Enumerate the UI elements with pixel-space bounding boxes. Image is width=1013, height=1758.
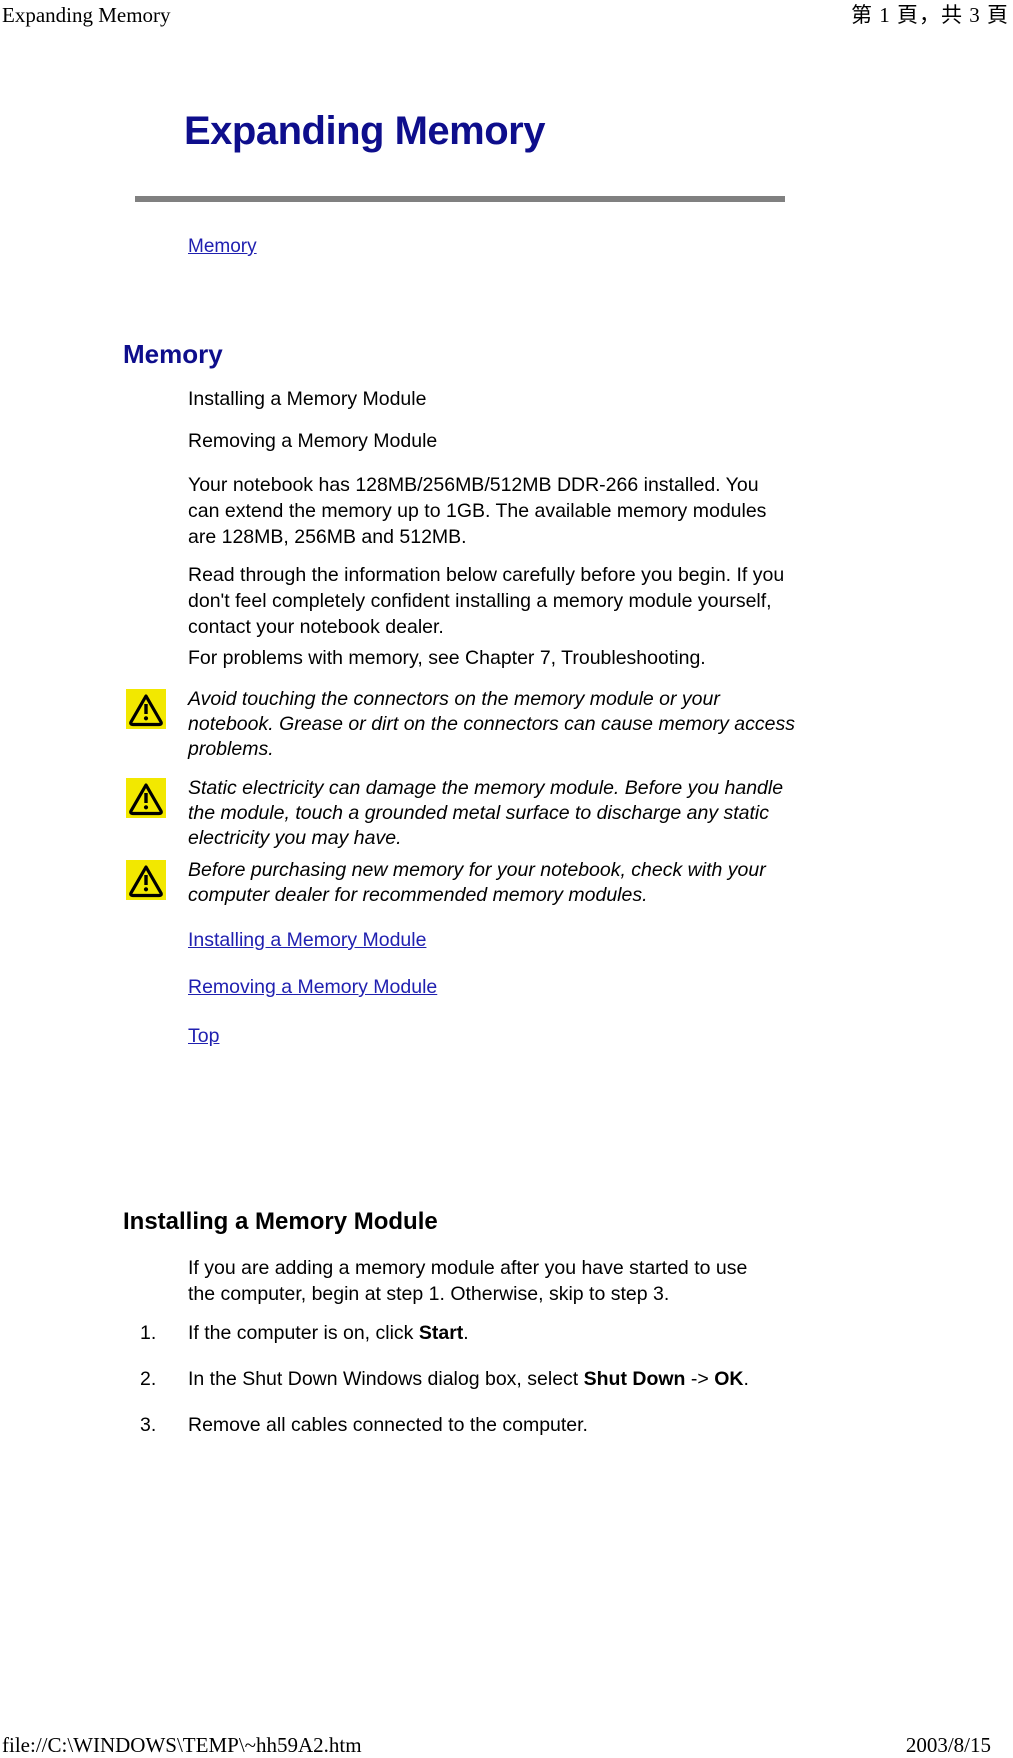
section-heading-memory: Memory [123,339,223,369]
page-title: Expanding Memory [184,109,545,153]
warning-triangle-icon [126,778,166,818]
step-text-post: . [463,1322,469,1344]
list-item-text: If the computer is on, click Start. [188,1320,808,1346]
print-footer: file://C:\WINDOWS\TEMP\~hh59A2.htm 2003/… [0,1724,1013,1757]
step-text-pre: If the computer is on, click [188,1322,419,1344]
paragraph-read-info: Read through the information below caref… [188,564,785,638]
list-item-number: 2. [140,1368,157,1390]
step-text-pre: In the Shut Down Windows dialog box, sel… [188,1368,584,1390]
step-text-bold: Shut Down [583,1368,686,1390]
step-text-mid: -> [685,1368,715,1390]
list-item-text: Remove all cables connected to the compu… [188,1412,808,1438]
toc-link-memory[interactable]: Memory [188,236,257,258]
step-text-bold: Start [418,1322,464,1344]
print-header: Expanding Memory 第 1 頁，共 3 頁 [0,0,1013,34]
step-text-pre: Remove all cables connected to the compu… [188,1414,588,1436]
paragraph-install-intro: If you are adding a memory module after … [188,1257,748,1305]
step-text-bold2: OK [714,1368,744,1390]
print-header-title: Expanding Memory [2,3,171,27]
paragraph-troubleshooting: For problems with memory, see Chapter 7,… [188,647,706,669]
warning-triangle-icon [126,689,166,729]
link-removing-a-memory-module[interactable]: Removing a Memory Module [188,976,437,999]
paragraph-memory-capacity: Your notebook has 128MB/256MB/512MB DDR-… [188,474,767,548]
warning-note-3-text: Before purchasing new memory for your no… [188,859,766,906]
warning-note-1-text: Avoid touching the connectors on the mem… [188,688,795,760]
link-top[interactable]: Top [188,1025,219,1048]
title-divider [135,196,785,202]
print-header-pagination: 第 1 頁，共 3 頁 [851,3,1009,27]
warning-note-2-text: Static electricity can damage the memory… [188,777,784,849]
list-item-number: 1. [140,1322,157,1344]
list-item-number: 3. [140,1414,157,1436]
subitem-removing: Removing a Memory Module [188,430,438,452]
print-footer-date: 2003/8/15 [905,1733,991,1757]
subitem-installing: Installing a Memory Module [188,388,427,410]
warning-triangle-icon [126,860,166,900]
link-installing-a-memory-module[interactable]: Installing a Memory Module [188,929,426,952]
print-footer-path: file://C:\WINDOWS\TEMP\~hh59A2.htm [2,1733,362,1757]
heading-installing-a-memory-module: Installing a Memory Module [123,1208,438,1235]
step-text-post: . [743,1368,749,1390]
list-item-text: In the Shut Down Windows dialog box, sel… [188,1366,808,1392]
